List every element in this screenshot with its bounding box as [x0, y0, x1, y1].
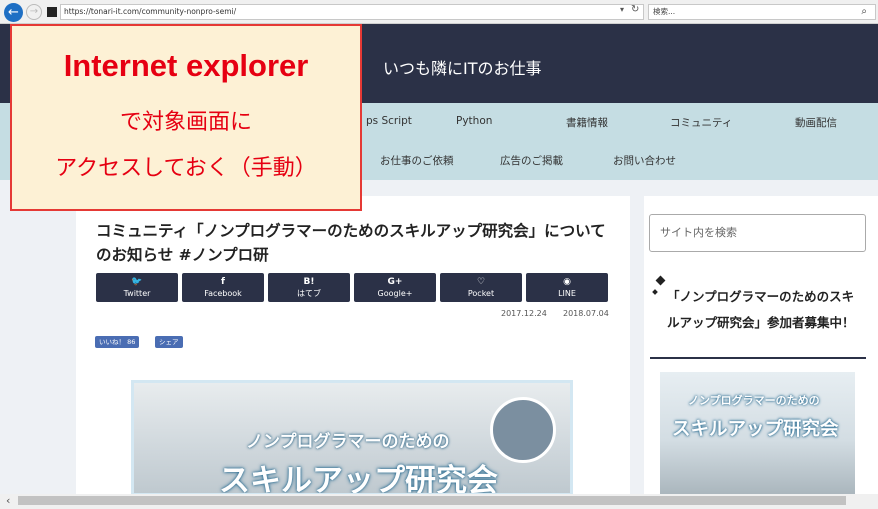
- share-hatena-button[interactable]: B! はてブ: [268, 273, 350, 302]
- back-arrow-icon[interactable]: ←: [4, 3, 23, 22]
- browser-search-input[interactable]: 検索... ⌕: [648, 4, 876, 20]
- share-google-plus-button[interactable]: G+ Google+: [354, 273, 436, 302]
- line-icon: ◉: [563, 277, 571, 287]
- hatena-icon: B!: [303, 277, 315, 287]
- scroll-left-arrow-icon[interactable]: ‹: [6, 494, 10, 507]
- share-twitter-button[interactable]: 🐦 Twitter: [96, 273, 178, 302]
- address-dropdown-icon[interactable]: ▾: [620, 5, 624, 14]
- facebook-icon: f: [221, 277, 225, 287]
- scrollbar-thumb[interactable]: [18, 496, 846, 505]
- instruction-callout: Internet explorer で対象画面に アクセスしておく（手動）: [10, 24, 362, 211]
- banner-subtitle: ノンプログラマーのための: [688, 394, 820, 407]
- presenter-photo: [490, 397, 556, 463]
- horizontal-scrollbar[interactable]: ‹: [0, 494, 878, 509]
- nav-item-videos[interactable]: 動画配信: [795, 115, 837, 130]
- refresh-icon[interactable]: ↻: [631, 4, 639, 15]
- google-plus-icon: G+: [387, 277, 403, 287]
- address-bar[interactable]: https://tonari-it.com/community-nonpro-s…: [60, 4, 644, 20]
- date-posted: 2017.12.24: [501, 309, 547, 318]
- widget-divider: [650, 357, 866, 359]
- widget-title[interactable]: 「ノンプログラマーのためのスキルアップ研究会」参加者募集中！: [667, 284, 865, 336]
- share-button-label: はてブ: [297, 289, 321, 298]
- eyecatch-title: スキルアップ研究会: [219, 463, 498, 496]
- site-favicon-icon: [47, 7, 57, 17]
- callout-line-3: アクセスしておく（手動）: [55, 156, 317, 181]
- callout-line-2: で対象画面に: [119, 110, 252, 135]
- twitter-icon: 🐦: [131, 277, 143, 287]
- share-button-label: Facebook: [204, 289, 242, 298]
- share-button-label: Pocket: [467, 289, 495, 298]
- facebook-share-button[interactable]: シェア: [155, 336, 183, 348]
- eyecatch-image: ノンプログラマーのための スキルアップ研究会: [131, 380, 573, 496]
- share-button-label: Google+: [377, 289, 413, 298]
- nav-item-advertising[interactable]: 広告のご掲載: [500, 153, 563, 168]
- search-icon[interactable]: ⌕: [861, 5, 867, 19]
- share-button-label: Twitter: [123, 289, 151, 298]
- eyecatch-subtitle: ノンプログラマーのための: [246, 432, 450, 452]
- widget-banner-image[interactable]: ノンプログラマーのための スキルアップ研究会: [660, 372, 855, 496]
- nav-item-community[interactable]: コミュニティ: [670, 115, 732, 130]
- date-updated: 2018.07.04: [563, 309, 609, 318]
- share-line-button[interactable]: ◉ LINE: [526, 273, 608, 302]
- site-search-input[interactable]: サイト内を検索: [649, 214, 866, 252]
- site-title[interactable]: いつも隣にITのお仕事: [383, 55, 542, 79]
- share-facebook-button[interactable]: f Facebook: [182, 273, 264, 302]
- facebook-like-button[interactable]: いいね！ 86: [95, 336, 140, 348]
- forward-arrow-icon[interactable]: →: [26, 4, 42, 20]
- nav-item-apps-script[interactable]: ps Script: [366, 115, 412, 127]
- nav-item-python[interactable]: Python: [456, 115, 492, 127]
- browser-search-placeholder: 検索...: [653, 7, 676, 16]
- nav-item-contact[interactable]: お問い合わせ: [613, 153, 676, 168]
- nav-item-books[interactable]: 書籍情報: [566, 115, 608, 130]
- nav-item-work-request[interactable]: お仕事のご依頼: [380, 153, 454, 168]
- browser-toolbar: ← → https://tonari-it.com/community-nonp…: [0, 0, 878, 24]
- pocket-icon: ♡: [476, 277, 486, 287]
- article-title: コミュニティ「ノンプログラマーのためのスキルアップ研究会」についてのお知らせ #…: [96, 222, 606, 264]
- share-pocket-button[interactable]: ♡ Pocket: [440, 273, 522, 302]
- callout-line-1: Internet explorer: [63, 48, 309, 83]
- share-button-label: LINE: [558, 289, 576, 298]
- banner-title: スキルアップ研究会: [672, 419, 839, 440]
